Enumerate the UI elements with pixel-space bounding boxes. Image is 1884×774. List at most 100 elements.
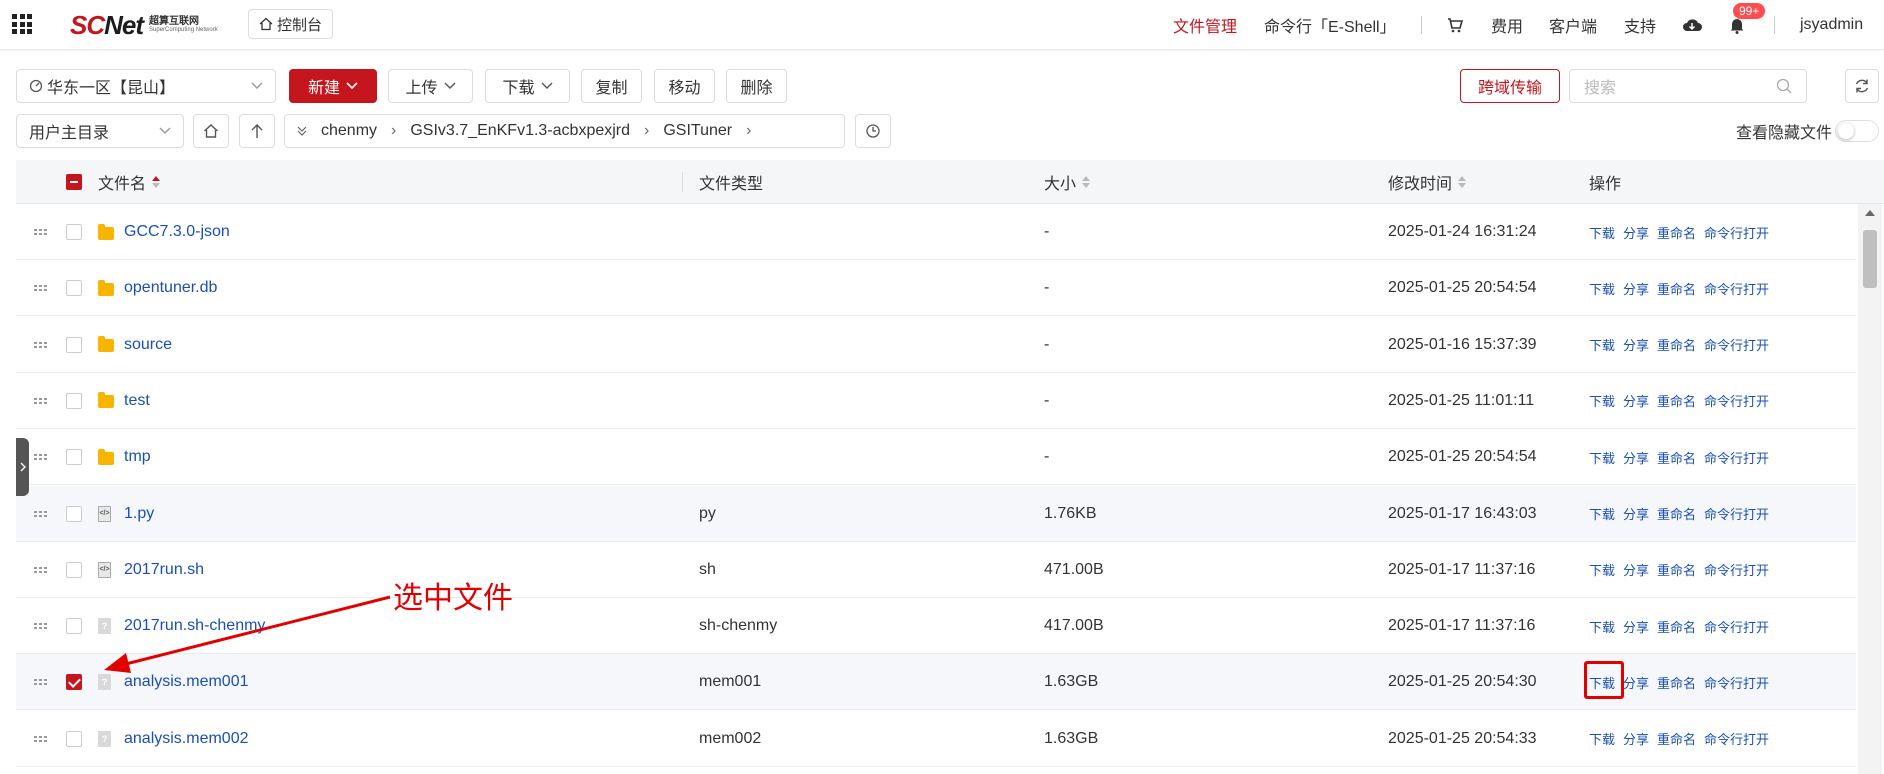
open-in-shell-link[interactable]: 命令行打开 bbox=[1704, 391, 1769, 410]
table-row[interactable]: source - 2025-01-16 15:37:39 下载 分享 重命名 命令行打开 bbox=[16, 317, 1856, 373]
table-row[interactable]: ? analysis.mem001 mem001 1.63GB 2025-01-25 2… bbox=[16, 654, 1856, 711]
header-mtime[interactable]: 修改时间 bbox=[1388, 160, 1467, 204]
table-row[interactable]: GCC7.3.0-json - 2025-01-24 16:31:24 下载 分享 重命名… bbox=[16, 204, 1856, 260]
table-row[interactable]: test - 2025-01-25 11:01:11 下载 分享 重命名 命令行打开 bbox=[16, 373, 1856, 429]
row-checkbox[interactable] bbox=[66, 373, 82, 429]
rename-link[interactable]: 重命名 bbox=[1657, 560, 1696, 579]
file-name-link[interactable]: 2017run.sh-chenmy bbox=[124, 598, 265, 654]
drag-handle-icon[interactable] bbox=[34, 542, 48, 598]
nav-eshell[interactable]: 命令行「E-Shell」 bbox=[1264, 0, 1396, 50]
share-link[interactable]: 分享 bbox=[1623, 391, 1649, 410]
open-in-shell-link[interactable]: 命令行打开 bbox=[1704, 617, 1769, 636]
apps-grid-icon[interactable] bbox=[12, 14, 32, 34]
rename-link[interactable]: 重命名 bbox=[1657, 279, 1696, 298]
file-name-link[interactable]: analysis.mem002 bbox=[124, 711, 249, 767]
search-input[interactable]: 搜索 bbox=[1569, 69, 1807, 103]
file-name-link[interactable]: GCC7.3.0-json bbox=[124, 204, 230, 260]
nav-file-management[interactable]: 文件管理 bbox=[1173, 0, 1237, 50]
rename-link[interactable]: 重命名 bbox=[1657, 504, 1696, 523]
file-name-link[interactable]: 2017run.sh bbox=[124, 542, 204, 598]
row-checkbox[interactable] bbox=[66, 317, 82, 373]
drag-handle-icon[interactable] bbox=[34, 373, 48, 429]
copy-button[interactable]: 复制 bbox=[581, 69, 642, 103]
refresh-button[interactable] bbox=[1845, 69, 1879, 103]
new-button[interactable]: 新建 bbox=[289, 69, 377, 103]
open-in-shell-link[interactable]: 命令行打开 bbox=[1704, 279, 1769, 298]
download-link[interactable]: 下载 bbox=[1589, 729, 1615, 748]
rename-link[interactable]: 重命名 bbox=[1657, 729, 1696, 748]
sort-icon[interactable] bbox=[152, 176, 161, 188]
open-in-shell-link[interactable]: 命令行打开 bbox=[1704, 335, 1769, 354]
show-hidden-toggle[interactable] bbox=[1835, 120, 1879, 142]
table-row[interactable]: </> 2017run.sh sh 471.00B 2025-01-17 11:37:1… bbox=[16, 542, 1856, 598]
share-link[interactable]: 分享 bbox=[1623, 560, 1649, 579]
drag-handle-icon[interactable] bbox=[34, 429, 48, 485]
nav-support[interactable]: 支持 bbox=[1624, 0, 1656, 50]
sort-icon[interactable] bbox=[1458, 176, 1467, 188]
drag-handle-icon[interactable] bbox=[34, 204, 48, 260]
root-select[interactable]: 用户主目录 bbox=[16, 114, 184, 148]
share-link[interactable]: 分享 bbox=[1623, 279, 1649, 298]
scnet-logo[interactable]: SCNet 超算互联网 SuperComputing Network bbox=[70, 10, 218, 40]
row-checkbox[interactable] bbox=[66, 204, 82, 260]
rename-link[interactable]: 重命名 bbox=[1657, 448, 1696, 467]
row-checkbox[interactable] bbox=[66, 486, 82, 542]
cloud-download-icon[interactable] bbox=[1682, 0, 1702, 50]
share-link[interactable]: 分享 bbox=[1623, 335, 1649, 354]
console-button[interactable]: 控制台 bbox=[248, 9, 334, 39]
scroll-thumb[interactable] bbox=[1863, 230, 1877, 288]
breadcrumb-item[interactable]: GSITuner bbox=[663, 122, 732, 140]
download-link[interactable]: 下载 bbox=[1589, 560, 1615, 579]
history-button[interactable] bbox=[855, 114, 891, 148]
breadcrumb-item[interactable]: chenmy bbox=[321, 122, 377, 140]
share-link[interactable]: 分享 bbox=[1623, 504, 1649, 523]
file-name-link[interactable]: test bbox=[124, 373, 150, 429]
delete-button[interactable]: 删除 bbox=[726, 69, 787, 103]
row-checkbox[interactable] bbox=[66, 654, 82, 710]
open-in-shell-link[interactable]: 命令行打开 bbox=[1704, 504, 1769, 523]
share-link[interactable]: 分享 bbox=[1623, 617, 1649, 636]
row-checkbox[interactable] bbox=[66, 711, 82, 767]
rename-link[interactable]: 重命名 bbox=[1657, 391, 1696, 410]
row-checkbox[interactable] bbox=[66, 260, 82, 316]
sidebar-expand-handle[interactable] bbox=[16, 438, 29, 496]
open-in-shell-link[interactable]: 命令行打开 bbox=[1704, 673, 1769, 692]
download-link[interactable]: 下载 bbox=[1589, 504, 1615, 523]
nav-billing[interactable]: 费用 bbox=[1491, 0, 1523, 50]
move-button[interactable]: 移动 bbox=[654, 69, 715, 103]
row-checkbox[interactable] bbox=[66, 542, 82, 598]
download-link[interactable]: 下载 bbox=[1589, 673, 1615, 692]
file-name-link[interactable]: source bbox=[124, 317, 172, 373]
table-row[interactable]: </> 1.py py 1.76KB 2025-01-17 16:43:03 下载 分享 重命… bbox=[16, 485, 1856, 542]
rename-link[interactable]: 重命名 bbox=[1657, 335, 1696, 354]
rename-link[interactable]: 重命名 bbox=[1657, 223, 1696, 242]
share-link[interactable]: 分享 bbox=[1623, 729, 1649, 748]
header-name[interactable]: 文件名 bbox=[98, 160, 161, 204]
rename-link[interactable]: 重命名 bbox=[1657, 617, 1696, 636]
user-menu[interactable]: jsyadmin bbox=[1800, 0, 1863, 50]
table-row[interactable]: tmp - 2025-01-25 20:54:54 下载 分享 重命名 命令行打开 bbox=[16, 429, 1856, 486]
drag-handle-icon[interactable] bbox=[34, 711, 48, 767]
download-link[interactable]: 下载 bbox=[1589, 279, 1615, 298]
download-link[interactable]: 下载 bbox=[1589, 448, 1615, 467]
drag-handle-icon[interactable] bbox=[34, 654, 48, 710]
vertical-scrollbar[interactable] bbox=[1858, 204, 1882, 774]
open-in-shell-link[interactable]: 命令行打开 bbox=[1704, 223, 1769, 242]
region-select[interactable]: 华东一区【昆山】 bbox=[16, 69, 276, 103]
table-row[interactable]: ? analysis.mem002 mem002 1.63GB 2025-01-25 2… bbox=[16, 711, 1856, 767]
file-name-link[interactable]: analysis.mem001 bbox=[124, 654, 249, 710]
rename-link[interactable]: 重命名 bbox=[1657, 673, 1696, 692]
up-level-button[interactable] bbox=[239, 114, 275, 148]
table-row[interactable]: opentuner.db - 2025-01-25 20:54:54 下载 分享 重命名命… bbox=[16, 260, 1856, 317]
breadcrumb-item[interactable]: GSIv3.7_EnKFv1.3-acbxpexjrd bbox=[410, 122, 630, 140]
drag-handle-icon[interactable] bbox=[34, 598, 48, 654]
download-link[interactable]: 下载 bbox=[1589, 617, 1615, 636]
file-name-link[interactable]: tmp bbox=[124, 429, 151, 485]
share-link[interactable]: 分享 bbox=[1623, 223, 1649, 242]
header-size[interactable]: 大小 bbox=[1044, 160, 1091, 204]
share-link[interactable]: 分享 bbox=[1623, 448, 1649, 467]
sort-icon[interactable] bbox=[1082, 176, 1091, 188]
double-chevron-down-icon[interactable] bbox=[297, 125, 307, 137]
drag-handle-icon[interactable] bbox=[34, 486, 48, 542]
select-all-checkbox[interactable] bbox=[66, 160, 82, 204]
